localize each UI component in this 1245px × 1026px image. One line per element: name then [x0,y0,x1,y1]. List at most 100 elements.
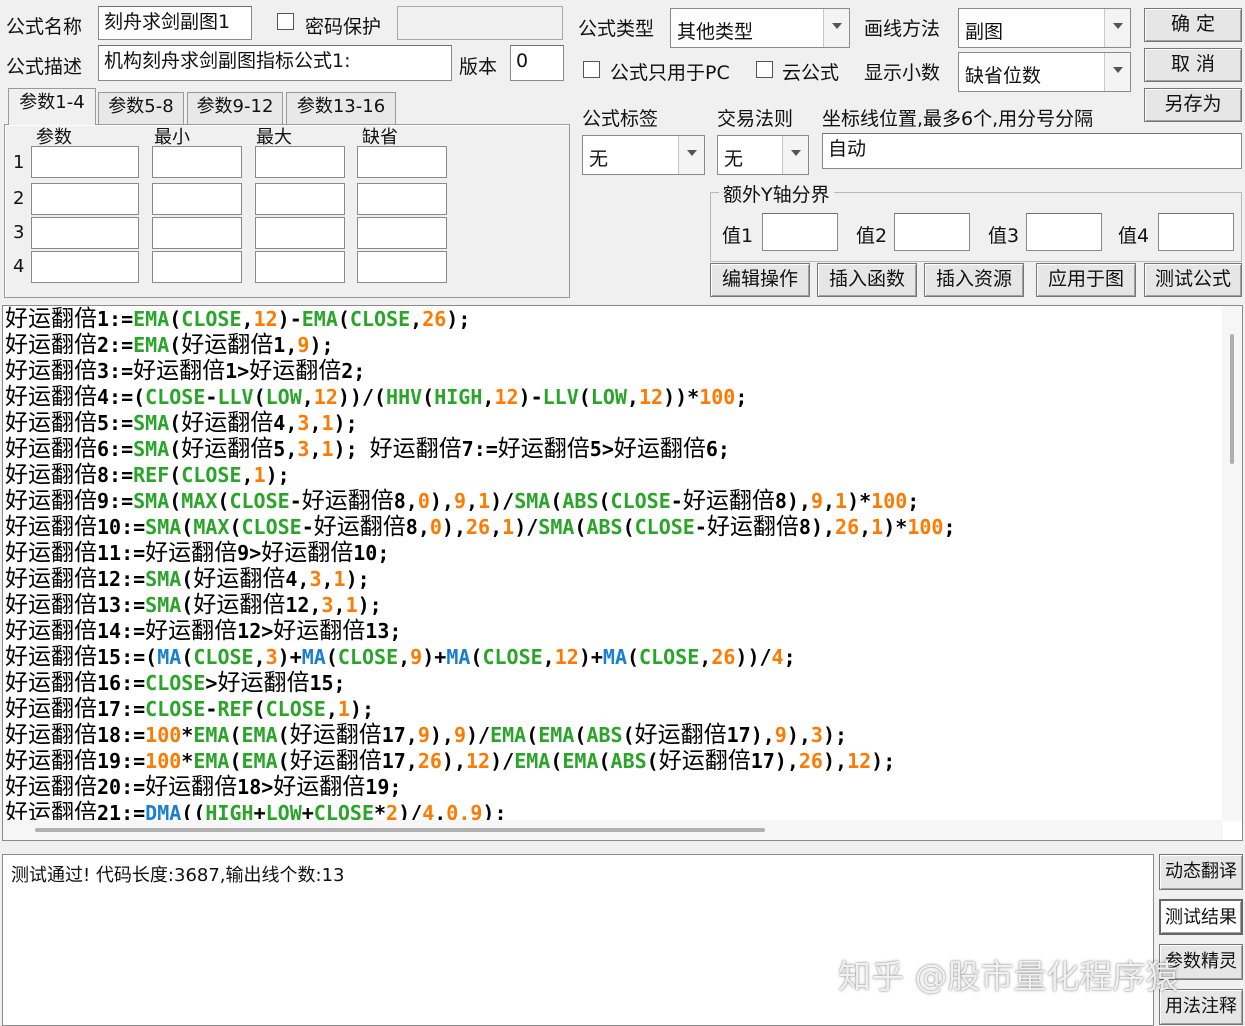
code-line[interactable]: 好运翻倍11:=好运翻倍9>好运翻倍10; [5,540,1220,566]
param-default-input[interactable] [357,146,447,178]
code-line[interactable]: 好运翻倍13:=SMA(好运翻倍12,3,1); [5,592,1220,618]
param-default-input[interactable] [357,251,447,283]
horizontal-scrollbar[interactable] [3,820,1223,840]
password-label: 密码保护 [305,16,382,38]
decimals-select[interactable]: 缺省位数 [958,52,1131,92]
extra-y-1-input[interactable] [762,213,838,251]
trade-select[interactable]: 无 [717,135,809,175]
cloud-checkbox[interactable] [756,61,773,78]
chevron-down-icon[interactable] [1104,9,1130,47]
version-input[interactable]: 0 [510,45,564,81]
draw-label: 画线方法 [864,18,941,40]
axis-input[interactable]: 自动 [822,133,1242,169]
pc-only-label: 公式只用于PC [610,62,730,84]
code-line[interactable]: 好运翻倍1:=EMA(CLOSE,12)-EMA(CLOSE,26); [5,306,1220,332]
code-line[interactable]: 好运翻倍14:=好运翻倍12>好运翻倍13; [5,618,1220,644]
scrollbar-thumb[interactable] [1230,334,1234,464]
extra-y-4-label: 值4 [1118,225,1150,247]
extra-y-3-input[interactable] [1026,213,1102,251]
param-min-input[interactable] [152,217,242,249]
extra-y-2-label: 值2 [856,225,888,247]
password-input[interactable] [397,6,563,40]
type-select[interactable]: 其他类型 [670,8,850,48]
test-result-button[interactable]: 测试结果 [1159,899,1243,935]
param-row-number: 1 [13,152,25,173]
tab-params-1-4[interactable]: 参数1-4 [8,88,96,125]
code-line[interactable]: 好运翻倍5:=SMA(好运翻倍4,3,1); [5,410,1220,436]
param-default-input[interactable] [357,183,447,215]
param-name-input[interactable] [31,217,139,249]
apply-to-chart-button[interactable]: 应用于图 [1036,263,1136,297]
param-name-input[interactable] [31,146,139,178]
code-line[interactable]: 好运翻倍2:=EMA(好运翻倍1,9); [5,332,1220,358]
decimals-label: 显示小数 [864,62,941,84]
code-line[interactable]: 好运翻倍16:=CLOSE>好运翻倍15; [5,670,1220,696]
tag-select-value: 无 [589,148,609,170]
chevron-down-icon[interactable] [823,9,849,47]
tag-select[interactable]: 无 [582,135,705,175]
tab-params-13-16[interactable]: 参数13-16 [286,92,396,124]
vertical-scrollbar[interactable] [1222,306,1242,821]
chevron-down-icon[interactable] [1104,53,1130,91]
code-line[interactable]: 好运翻倍6:=SMA(好运翻倍5,3,1); 好运翻倍7:=好运翻倍5>好运翻倍… [5,436,1220,462]
param-max-input[interactable] [255,146,345,178]
code-line[interactable]: 好运翻倍20:=好运翻倍18>好运翻倍19; [5,774,1220,800]
draw-select-value: 副图 [965,21,1004,43]
param-default-input[interactable] [357,217,447,249]
axis-label: 坐标线位置,最多6个,用分号分隔 [822,108,1094,130]
code-line[interactable]: 好运翻倍18:=100*EMA(EMA(好运翻倍17,9),9)/EMA(EMA… [5,722,1220,748]
code-line[interactable]: 好运翻倍9:=SMA(MAX(CLOSE-好运翻倍8,0),9,1)/SMA(A… [5,488,1220,514]
extra-y-4-input[interactable] [1158,213,1234,251]
param-name-input[interactable] [31,251,139,283]
insert-function-button[interactable]: 插入函数 [817,263,917,297]
code-line[interactable]: 好运翻倍12:=SMA(好运翻倍4,3,1); [5,566,1220,592]
tab-params-5-8[interactable]: 参数5-8 [98,92,184,124]
edit-operation-button[interactable]: 编辑操作 [710,263,810,297]
param-row-number: 3 [13,222,25,243]
param-max-input[interactable] [255,251,345,283]
name-label: 公式名称 [6,16,83,38]
pc-only-checkbox[interactable] [583,61,600,78]
tab-params-9-12[interactable]: 参数9-12 [187,92,283,124]
desc-label: 公式描述 [6,56,83,78]
extra-y-3-label: 值3 [988,225,1020,247]
param-name-input[interactable] [31,183,139,215]
code-editor[interactable]: 好运翻倍1:=EMA(CLOSE,12)-EMA(CLOSE,26); 好运翻倍2… [2,305,1243,841]
extra-y-label: 额外Y轴分界 [719,180,834,207]
name-input[interactable]: 刻舟求剑副图1 [98,6,252,40]
code-line[interactable]: 好运翻倍3:=好运翻倍1>好运翻倍2; [5,358,1220,384]
param-min-input[interactable] [152,183,242,215]
code-line[interactable]: 好运翻倍21:=DMA((HIGH+LOW+CLOSE*2)/4,0.9); [5,800,1220,821]
code-line[interactable]: 好运翻倍19:=100*EMA(EMA(好运翻倍17,26),12)/EMA(E… [5,748,1220,774]
extra-y-1-label: 值1 [722,225,754,247]
param-row-number: 4 [13,256,25,277]
type-label: 公式类型 [578,18,655,40]
code-line[interactable]: 好运翻倍4:=(CLOSE-LLV(LOW,12))/(HHV(HIGH,12)… [5,384,1220,410]
param-max-input[interactable] [255,183,345,215]
desc-input[interactable]: 机构刻舟求剑副图指标公式1: [98,45,452,81]
type-select-value: 其他类型 [677,21,754,43]
decimals-select-value: 缺省位数 [965,65,1042,87]
cancel-button[interactable]: 取 消 [1144,48,1242,82]
chevron-down-icon[interactable] [782,136,808,174]
code-line[interactable]: 好运翻倍10:=SMA(MAX(CLOSE-好运翻倍8,0),26,1)/SMA… [5,514,1220,540]
param-min-input[interactable] [152,146,242,178]
code-text[interactable]: 好运翻倍1:=EMA(CLOSE,12)-EMA(CLOSE,26); 好运翻倍2… [5,306,1220,821]
param-min-input[interactable] [152,251,242,283]
test-output-panel[interactable]: 测试通过! 代码长度:3687,输出线个数:13 [2,854,1154,1026]
extra-y-2-input[interactable] [894,213,970,251]
ok-button[interactable]: 确 定 [1144,8,1242,42]
dynamic-translate-button[interactable]: 动态翻译 [1159,854,1243,890]
password-checkbox[interactable] [277,13,294,30]
code-line[interactable]: 好运翻倍17:=CLOSE-REF(CLOSE,1); [5,696,1220,722]
scrollbar-thumb[interactable] [35,828,765,832]
tag-label: 公式标签 [582,108,659,130]
insert-resource-button[interactable]: 插入资源 [924,263,1024,297]
param-max-input[interactable] [255,217,345,249]
chevron-down-icon[interactable] [678,136,704,174]
draw-select[interactable]: 副图 [958,8,1131,48]
code-line[interactable]: 好运翻倍8:=REF(CLOSE,1); [5,462,1220,488]
test-formula-button[interactable]: 测试公式 [1144,263,1242,297]
save-as-button[interactable]: 另存为 [1144,88,1242,122]
code-line[interactable]: 好运翻倍15:=(MA(CLOSE,3)+MA(CLOSE,9)+MA(CLOS… [5,644,1220,670]
